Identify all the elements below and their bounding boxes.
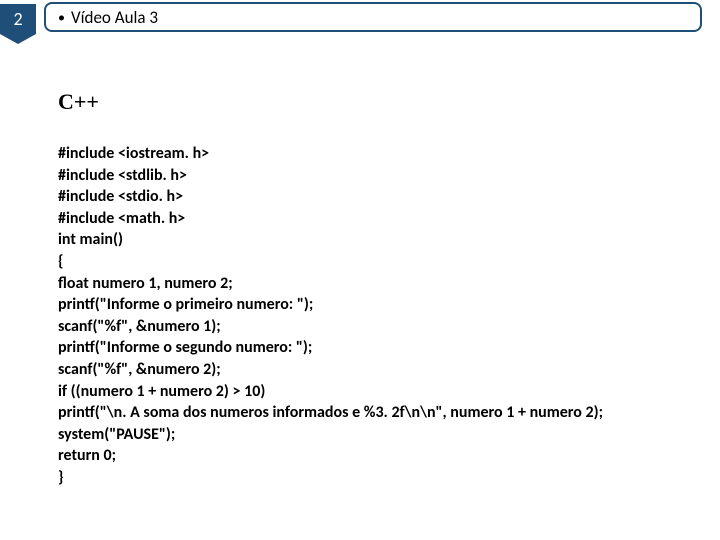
language-title: C++ (58, 89, 720, 115)
slide-number: 2 (13, 8, 22, 30)
slide-content: C++ #include <iostream. h> #include <std… (0, 34, 720, 489)
slide-number-badge: 2 (0, 4, 36, 34)
code-block: #include <iostream. h> #include <stdlib.… (58, 143, 720, 489)
slide-title-pill: • Vídeo Aula 3 (44, 2, 702, 32)
bullet-icon: • (58, 9, 65, 26)
slide-header: 2 • Vídeo Aula 3 (0, 0, 720, 34)
slide-title: Vídeo Aula 3 (71, 7, 158, 28)
